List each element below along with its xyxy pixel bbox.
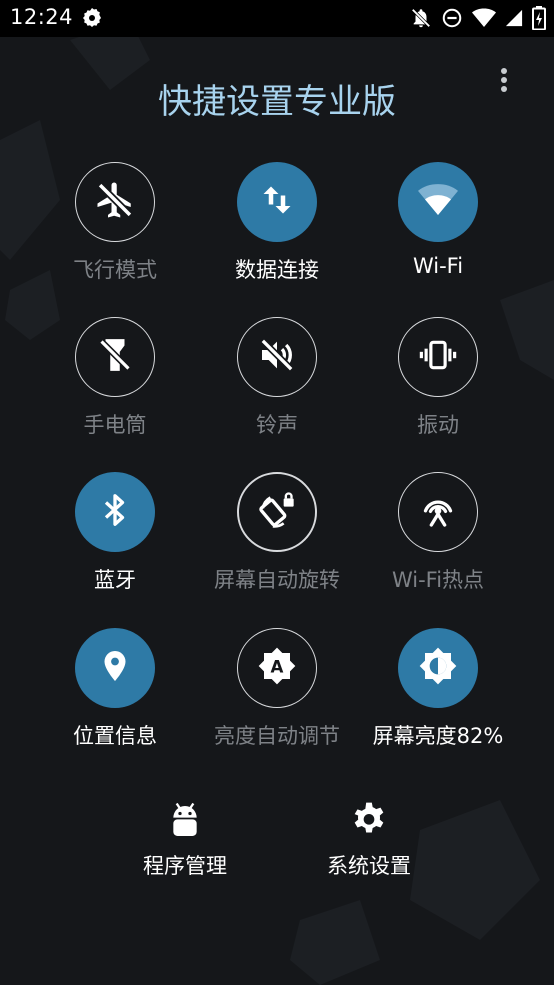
tile-circle[interactable]: A <box>237 628 317 708</box>
volume-off-icon <box>257 335 297 379</box>
hotspot-icon <box>418 490 458 534</box>
tile-circle[interactable] <box>237 162 317 242</box>
vibrate-icon <box>419 336 457 378</box>
android-icon <box>165 800 205 842</box>
tile-wifi[interactable]: Wi-Fi <box>353 162 523 302</box>
data-transfer-icon <box>259 182 295 222</box>
system-settings-button[interactable]: 系统设置 <box>289 800 449 890</box>
screen-rotation-lock-icon <box>257 490 297 534</box>
tile-circle[interactable] <box>75 628 155 708</box>
tile-flashlight[interactable]: 手电筒 <box>30 317 200 457</box>
tile-circle[interactable] <box>398 472 478 552</box>
airplane-off-icon <box>94 179 136 225</box>
tile-ringtone[interactable]: 铃声 <box>192 317 362 457</box>
tile-label: 振动 <box>417 413 459 437</box>
tile-auto-rotate[interactable]: 屏幕自动旋转 <box>192 472 362 612</box>
app-manager-button[interactable]: 程序管理 <box>105 800 265 890</box>
tile-circle[interactable] <box>398 317 478 397</box>
flashlight-off-icon <box>96 336 134 378</box>
location-pin-icon <box>97 647 133 689</box>
gear-icon <box>349 800 389 842</box>
tile-hotspot[interactable]: Wi-Fi热点 <box>353 472 523 612</box>
system-settings-label: 系统设置 <box>327 854 411 878</box>
tile-label: Wi-Fi <box>412 254 464 278</box>
brightness-icon <box>418 646 458 690</box>
tile-circle[interactable] <box>398 628 478 708</box>
svg-text:A: A <box>271 657 284 676</box>
tile-circle[interactable] <box>75 317 155 397</box>
tile-airplane-mode[interactable]: 飞行模式 <box>30 162 200 302</box>
app-manager-label: 程序管理 <box>143 854 227 878</box>
wifi-icon <box>418 182 458 222</box>
tile-location[interactable]: 位置信息 <box>30 628 200 768</box>
brightness-auto-icon: A <box>257 646 297 690</box>
tile-screen-brightness[interactable]: 屏幕亮度82% <box>353 628 523 768</box>
tile-circle[interactable] <box>75 472 155 552</box>
tile-label: 屏幕亮度82% <box>372 724 504 748</box>
tile-circle[interactable] <box>237 472 317 552</box>
tile-bluetooth[interactable]: 蓝牙 <box>30 472 200 612</box>
tile-vibrate[interactable]: 振动 <box>353 317 523 457</box>
quick-settings-grid: 飞行模式 数据连接 Wi-Fi 手电筒 铃声 振动 蓝牙 屏幕自动旋转 Wi-F… <box>0 0 554 985</box>
tile-mobile-data[interactable]: 数据连接 <box>192 162 362 302</box>
tile-circle[interactable] <box>75 162 155 242</box>
tile-circle[interactable] <box>398 162 478 242</box>
tile-circle[interactable] <box>237 317 317 397</box>
tile-auto-brightness[interactable]: A 亮度自动调节 <box>192 628 362 768</box>
tile-label: Wi-Fi热点 <box>391 568 485 592</box>
bluetooth-icon <box>97 491 133 533</box>
